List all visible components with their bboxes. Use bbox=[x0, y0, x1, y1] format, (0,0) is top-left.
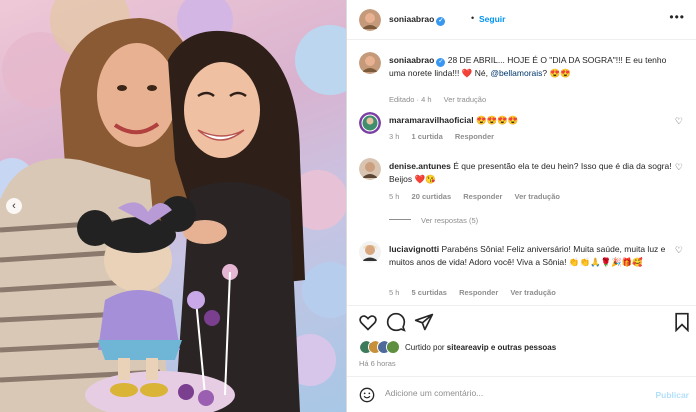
caption-body: soniaabrao ✓ 28 DE ABRIL... HOJE É O "DIA… bbox=[389, 54, 677, 80]
action-bar bbox=[347, 305, 696, 335]
comment-likes[interactable]: 5 curtidas bbox=[412, 288, 447, 297]
caption-username[interactable]: soniaabrao bbox=[389, 55, 434, 65]
follow-button[interactable]: Seguir bbox=[479, 14, 505, 24]
add-comment-bar: Publicar bbox=[347, 376, 696, 412]
avatar[interactable] bbox=[359, 112, 381, 134]
smiley-icon[interactable] bbox=[359, 387, 375, 403]
avatar-icon bbox=[359, 112, 381, 134]
reply-button[interactable]: Responder bbox=[459, 288, 498, 297]
comment-item: luciavignotti Parabéns Sônia! Feliz aniv… bbox=[359, 241, 685, 303]
avatar-icon bbox=[359, 9, 381, 31]
header-username-text[interactable]: soniaabrao bbox=[389, 14, 434, 24]
comment-time: 5 h bbox=[389, 192, 400, 201]
comment-input[interactable] bbox=[385, 388, 645, 398]
translate-link[interactable]: Ver tradução bbox=[444, 95, 487, 104]
heart-icon[interactable] bbox=[358, 312, 378, 332]
liked-by: Curtido por siteareavip e outras pessoas bbox=[359, 340, 689, 356]
avatar[interactable] bbox=[359, 52, 381, 74]
liked-by-suffix[interactable]: e outras pessoas bbox=[489, 343, 556, 352]
avatar[interactable] bbox=[359, 241, 381, 263]
caption-mention[interactable]: @bellamorais bbox=[490, 68, 542, 78]
comment-item: maramaravilhaoficial 😍😍😍😍 ♡ 3 h 1 curtid… bbox=[359, 112, 685, 146]
post-photo[interactable]: ‹ bbox=[0, 0, 346, 412]
comment-item: denise.antunes É que presentão ela te de… bbox=[359, 158, 685, 240]
avatar[interactable] bbox=[359, 9, 381, 31]
comment-username[interactable]: luciavignotti bbox=[389, 244, 439, 254]
caption-text-end: ? 😍😍 bbox=[542, 68, 571, 78]
comments-list[interactable]: soniaabrao ✓ 28 DE ABRIL... HOJE É O "DIA… bbox=[347, 41, 696, 305]
caption-item: soniaabrao ✓ 28 DE ABRIL... HOJE É O "DIA… bbox=[359, 52, 685, 104]
publish-button[interactable]: Publicar bbox=[655, 390, 689, 400]
like-comment-heart-icon[interactable]: ♡ bbox=[675, 116, 683, 127]
instagram-post-modal: ‹ soniaabrao ✓ • Seguir ••• soniaabrao ✓ 2… bbox=[0, 0, 696, 412]
photo-illustration bbox=[0, 0, 346, 412]
like-comment-heart-icon[interactable]: ♡ bbox=[675, 162, 683, 173]
verified-icon: ✓ bbox=[436, 58, 446, 67]
avatar-icon bbox=[387, 341, 399, 353]
separator-dot: • bbox=[471, 13, 475, 23]
liked-by-text: Curtido por siteareavip e outras pessoas bbox=[405, 343, 556, 352]
comment-meta: 3 h 1 curtida Responder bbox=[389, 132, 504, 141]
avatar-icon bbox=[359, 52, 381, 74]
paper-plane-icon[interactable] bbox=[414, 312, 434, 332]
bookmark-icon[interactable] bbox=[672, 312, 692, 332]
liked-by-user[interactable]: siteareavip bbox=[447, 343, 489, 352]
header-username[interactable]: soniaabrao ✓ bbox=[389, 14, 446, 26]
comment-body: maramaravilhaoficial 😍😍😍😍 bbox=[389, 114, 677, 127]
comment-icon[interactable] bbox=[386, 312, 406, 332]
comment-text: 😍😍😍😍 bbox=[475, 115, 519, 125]
comment-body: denise.antunes É que presentão ela te de… bbox=[389, 160, 677, 185]
post-header: soniaabrao ✓ • Seguir ••• bbox=[347, 0, 696, 40]
like-comment-heart-icon[interactable]: ♡ bbox=[675, 245, 683, 256]
liked-by-avatars bbox=[359, 340, 403, 354]
comment-username[interactable]: denise.antunes bbox=[389, 161, 451, 171]
caption-meta: Editado · 4 h Ver tradução bbox=[389, 95, 496, 104]
comment-meta: 5 h 20 curtidas Responder Ver tradução bbox=[389, 192, 570, 201]
reply-button[interactable]: Responder bbox=[463, 192, 502, 201]
comment-likes[interactable]: 20 curtidas bbox=[412, 192, 452, 201]
post-sidebar: soniaabrao ✓ • Seguir ••• soniaabrao ✓ 28 … bbox=[346, 0, 696, 412]
comment-meta: 5 h 5 curtidas Responder Ver tradução bbox=[389, 288, 566, 297]
avatar-icon bbox=[359, 158, 381, 180]
caption-edited: Editado · 4 h bbox=[389, 95, 432, 104]
avatar[interactable] bbox=[359, 158, 381, 180]
comment-username[interactable]: maramaravilhaoficial bbox=[389, 115, 474, 125]
translate-link[interactable]: Ver tradução bbox=[515, 192, 560, 201]
liked-by-prefix: Curtido por bbox=[405, 343, 447, 352]
view-replies-button[interactable]: Ver respostas (5) bbox=[389, 216, 478, 225]
view-replies-label[interactable]: Ver respostas (5) bbox=[421, 216, 478, 225]
chevron-left-icon[interactable]: ‹ bbox=[6, 198, 22, 214]
comment-body: luciavignotti Parabéns Sônia! Feliz aniv… bbox=[389, 243, 677, 268]
replies-line bbox=[389, 219, 411, 220]
comment-time: 5 h bbox=[389, 288, 400, 297]
verified-icon: ✓ bbox=[436, 17, 446, 26]
translate-link[interactable]: Ver tradução bbox=[510, 288, 555, 297]
more-options-icon[interactable]: ••• bbox=[669, 10, 685, 24]
comment-likes[interactable]: 1 curtida bbox=[412, 132, 443, 141]
avatar bbox=[386, 340, 400, 354]
avatar-icon bbox=[359, 241, 381, 263]
reply-button[interactable]: Responder bbox=[455, 132, 494, 141]
post-time[interactable]: Há 6 horas bbox=[359, 359, 396, 368]
comment-time: 3 h bbox=[389, 132, 400, 141]
